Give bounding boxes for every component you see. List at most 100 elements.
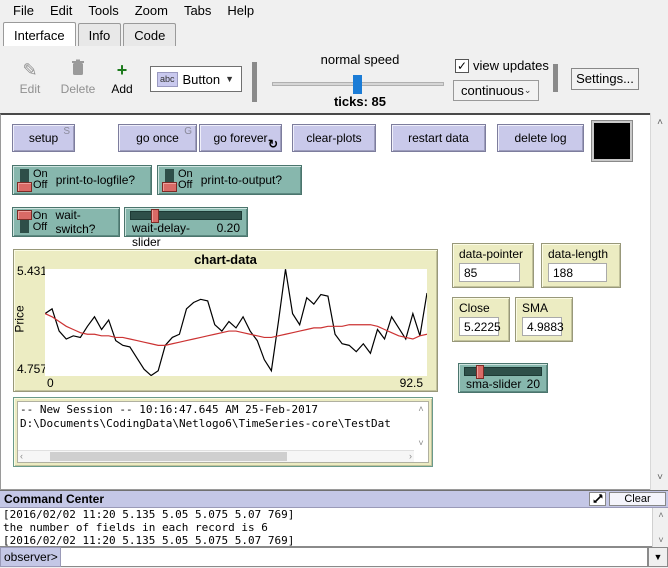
chevron-down-icon: ⌄ [524,85,532,96]
clear-plots-button[interactable]: clear-plots [292,124,376,152]
monitor-value: 188 [548,263,607,282]
slider-knob[interactable] [151,209,159,223]
setup-button[interactable]: setup S [12,124,75,152]
speed-slider-thumb[interactable] [353,75,362,94]
go-once-button-label: go once [136,131,179,145]
sma-slider[interactable]: sma-slider 20 [458,363,548,393]
scroll-up-icon[interactable]: ˄ [653,510,668,520]
add-tool-label: Add [111,82,132,96]
command-center-output[interactable]: [2016/02/02 11:20 5.135 5.05 5.075 5.07 … [0,508,668,547]
menu-file[interactable]: File [6,1,41,20]
print-to-logfile-switch[interactable]: OnOff print-to-logfile? [12,165,152,195]
go-once-button[interactable]: go once G [118,124,197,152]
interface-vertical-scrollbar[interactable]: ˄ ˅ [650,113,668,490]
command-center: Command Center Clear [2016/02/02 11:20 5… [0,490,668,568]
on-off-labels: OnOff [178,169,193,191]
delete-log-button[interactable]: delete log [497,124,584,152]
slider-groove[interactable] [464,367,542,376]
wait-switch[interactable]: OnOff wait-switch? [12,207,120,237]
tab-bar: Interface Info Code [0,21,668,46]
command-center-header: Command Center Clear [0,491,668,508]
plus-icon: + [104,58,140,82]
edit-tool-button[interactable]: ✎ Edit [8,58,52,96]
plot-area [45,269,427,376]
prompt-dropdown-button[interactable]: ▼ [648,547,668,567]
add-tool-button[interactable]: + Add [104,58,140,96]
tab-info[interactable]: Info [78,23,122,46]
data-length-monitor: data-length 188 [541,243,621,288]
delete-log-button-label: delete log [514,131,566,145]
scroll-left-icon[interactable]: ‹ [20,451,23,461]
monitor-value: 85 [459,263,520,282]
command-input[interactable] [61,547,648,567]
ticks-counter: ticks: 85 [280,94,440,109]
switch-label: wait-switch? [55,208,119,236]
scroll-up-icon[interactable]: ˄ [651,116,668,132]
print-to-output-switch[interactable]: OnOff print-to-output? [157,165,302,195]
data-pointer-monitor: data-pointer 85 [452,243,534,288]
output-line: -- New Session -- 10:16:47.645 AM 25-Feb… [20,403,412,417]
menu-edit[interactable]: Edit [43,1,79,20]
go-forever-button-label: go forever [213,131,267,145]
tab-code[interactable]: Code [123,23,176,46]
switch-knob[interactable] [17,182,32,192]
scrollbar-thumb[interactable] [50,452,288,461]
slider-knob[interactable] [476,365,484,379]
delete-tool-button[interactable]: Delete [56,58,100,96]
switch-toggle[interactable] [165,169,174,191]
menu-tools[interactable]: Tools [81,1,125,20]
go-once-key-hint: G [184,126,192,137]
slider-value: 20 [527,377,540,391]
widget-type-dropdown[interactable]: abc Button ▼ [150,66,242,92]
scroll-down-icon[interactable]: ˅ [653,535,668,545]
world-view[interactable] [592,121,632,161]
settings-button[interactable]: Settings... [571,68,639,90]
update-mode-dropdown[interactable]: continuous ⌄ [453,80,539,101]
button-widget-icon: abc [157,72,178,87]
view-updates-checkbox[interactable]: ✓ [455,59,469,73]
forever-loop-icon: ↻ [268,137,278,151]
go-forever-button[interactable]: go forever ↻ [199,124,282,152]
view-updates-row: ✓ view updates [455,58,549,73]
clear-button[interactable]: Clear [609,492,666,506]
menu-help[interactable]: Help [220,1,261,20]
on-off-labels: OnOff [33,211,48,233]
observer-prompt-label[interactable]: observer> [0,547,61,567]
menu-bar: File Edit Tools Zoom Tabs Help [0,0,668,21]
output-vertical-scrollbar[interactable]: ˄ ˅ [414,402,428,450]
tab-interface[interactable]: Interface [3,22,76,46]
switch-label: print-to-output? [201,173,282,187]
switch-toggle[interactable] [20,169,29,191]
pencil-icon: ✎ [8,58,52,82]
scroll-down-icon[interactable]: ˅ [414,438,428,448]
output-horizontal-scrollbar[interactable]: ‹ › [18,450,414,462]
command-center-title: Command Center [0,492,104,506]
netlogo-window: File Edit Tools Zoom Tabs Help Interface… [0,0,668,568]
command-output-line: the number of fields in each record is 6 [3,521,650,534]
plot-xmin-label: 0 [47,376,54,390]
chart-data-plot: chart-data 5.431 Price 4.757 0 92.5 [13,249,438,392]
restart-data-button-label: restart data [408,131,469,145]
slider-groove[interactable] [130,211,242,220]
menu-tabs[interactable]: Tabs [177,1,218,20]
command-center-scrollbar[interactable]: ˄ ˅ [652,508,668,547]
speed-slider[interactable] [272,82,444,86]
update-mode-value: continuous [461,83,524,98]
monitor-label: data-pointer [459,247,527,261]
scroll-up-icon[interactable]: ˄ [414,404,428,414]
chevron-down-icon: ▼ [225,74,234,84]
wait-delay-slider[interactable]: wait-delay-slider 0.20 [124,207,248,237]
restart-data-button[interactable]: restart data [391,124,486,152]
scroll-down-icon[interactable]: ˅ [651,471,668,487]
output-text-area[interactable]: -- New Session -- 10:16:47.645 AM 25-Feb… [17,401,429,463]
scroll-right-icon[interactable]: › [409,451,412,461]
output-line: D:\Documents\CodingData\Netlogo6\TimeSer… [20,417,412,431]
plot-ylabel: Price [13,305,27,332]
switch-toggle[interactable] [20,211,29,233]
menu-zoom[interactable]: Zoom [128,1,175,20]
trash-icon [56,58,100,82]
detach-command-center-button[interactable] [589,492,606,506]
switch-knob[interactable] [17,210,32,220]
switch-knob[interactable] [162,182,177,192]
setup-key-hint: S [63,126,70,137]
